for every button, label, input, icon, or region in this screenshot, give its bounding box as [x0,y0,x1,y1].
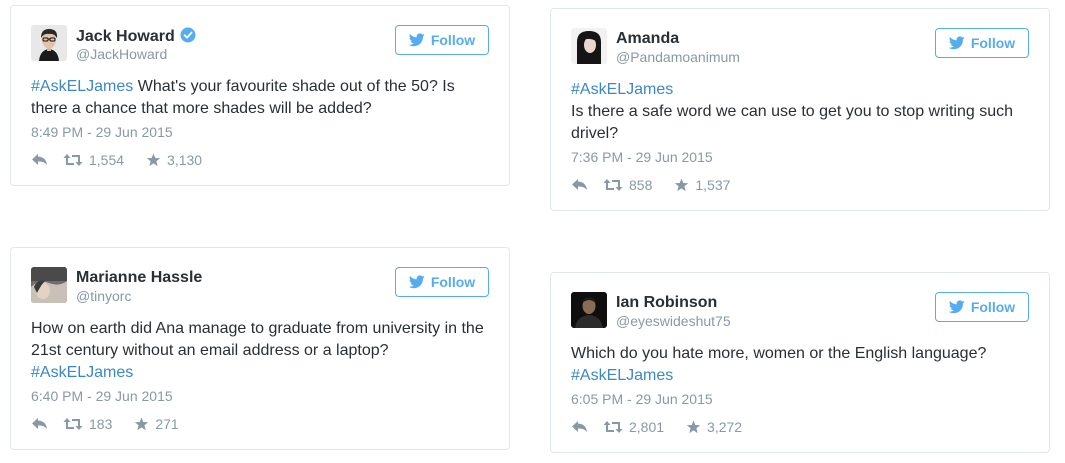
tweet-text: Which do you hate more, women or the Eng… [571,343,1031,387]
avatar[interactable] [31,267,67,303]
retweet-count: 2,801 [629,419,665,435]
retweet-count: 858 [629,177,653,193]
tweet-card: Jack Howard @JackHoward Follow #AskELJam… [10,5,510,186]
star-icon [146,153,161,167]
favorite-count: 271 [155,416,179,432]
retweet-button[interactable]: 858 [603,177,652,193]
favorite-button[interactable]: 1,537 [674,177,730,193]
reply-icon [32,418,47,429]
tweet-card: Ian Robinson @eyeswideshut75 Follow Whic… [550,272,1050,453]
favorite-count: 3,272 [707,419,743,435]
tweet-text: #AskELJames Is there a safe word we can … [571,79,1031,145]
tweet-actions: 2,801 3,272 [571,419,764,435]
retweet-count: 1,554 [89,152,125,168]
reply-icon [32,154,47,165]
user-handle[interactable]: @tinyorc [76,288,131,304]
follow-button[interactable]: Follow [935,28,1029,58]
tweet-actions: 183 271 [31,416,201,432]
retweet-button[interactable]: 1,554 [63,152,124,168]
retweet-count: 183 [89,416,113,432]
favorite-button[interactable]: 271 [134,416,179,432]
bird-icon [948,300,965,314]
user-name[interactable]: Marianne Hassle [76,269,202,287]
favorite-count: 3,130 [167,152,203,168]
avatar[interactable] [571,292,607,328]
user-name[interactable]: Jack Howard [76,27,196,46]
reply-icon [572,421,587,432]
star-icon [675,178,689,192]
hashtag-link[interactable]: #AskELJames [571,365,1031,387]
bird-icon [408,33,425,47]
tweet-card: Marianne Hassle @tinyorc Follow How on e… [10,247,510,450]
verified-badge-icon [180,27,196,43]
timestamp[interactable]: 6:05 PM - 29 Jun 2015 [571,391,713,407]
user-handle[interactable]: @JackHoward [76,46,167,62]
user-handle[interactable]: @Pandamoanimum [616,49,740,65]
tweet-text-content: Is there a safe word we can use to get y… [571,103,1014,142]
favorite-button[interactable]: 3,272 [686,419,742,435]
favorite-button[interactable]: 3,130 [146,152,202,168]
user-name[interactable]: Amanda [616,30,679,48]
timestamp[interactable]: 7:36 PM - 29 Jun 2015 [571,149,713,165]
retweet-button[interactable]: 183 [63,416,112,432]
tweet-text-content: How on earth did Ana manage to graduate … [31,320,484,359]
reply-button[interactable] [31,417,49,431]
reply-button[interactable] [571,420,589,434]
tweet-actions: 858 1,537 [571,177,752,193]
star-icon [686,420,701,434]
follow-button[interactable]: Follow [395,25,489,55]
timestamp[interactable]: 6:40 PM - 29 Jun 2015 [31,388,173,404]
user-handle[interactable]: @eyeswideshut75 [616,313,731,329]
bird-icon [408,275,425,289]
hashtag-link[interactable]: #AskELJames [571,79,1031,101]
star-icon [135,417,149,431]
timestamp[interactable]: 8:49 PM - 29 Jun 2015 [31,124,173,140]
retweet-icon [603,421,623,433]
tweet-card: Amanda @Pandamoanimum Follow #AskELJames… [550,8,1050,211]
reply-button[interactable] [571,178,589,192]
tweet-text-content: Which do you hate more, women or the Eng… [571,345,987,362]
reply-icon [572,179,587,190]
avatar[interactable] [571,28,607,64]
tweet-text: How on earth did Ana manage to graduate … [31,318,491,384]
retweet-icon [63,418,83,430]
avatar[interactable] [31,25,67,61]
user-name[interactable]: Ian Robinson [616,294,717,312]
follow-button[interactable]: Follow [395,267,489,297]
follow-button[interactable]: Follow [935,292,1029,322]
reply-button[interactable] [31,153,49,167]
retweet-icon [603,179,623,191]
hashtag-link[interactable]: #AskELJames [31,362,491,384]
tweet-text: #AskELJames What's your favourite shade … [31,76,491,120]
retweet-button[interactable]: 2,801 [603,419,664,435]
tweet-actions: 1,554 3,130 [31,152,224,168]
hashtag-link[interactable]: #AskELJames [31,78,133,95]
retweet-icon [63,154,83,166]
bird-icon [948,36,965,50]
favorite-count: 1,537 [695,177,731,193]
